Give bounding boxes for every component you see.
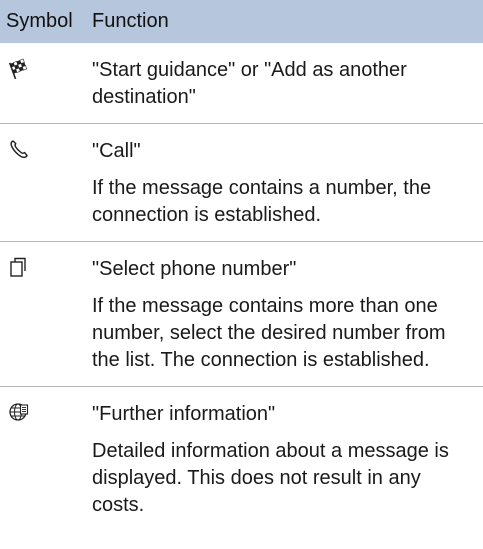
function-description: Detailed information about a message is … — [92, 440, 449, 516]
symbol-function-table: Symbol Function "Start guidance" or "Add… — [0, 0, 483, 531]
globe-info-icon — [9, 403, 29, 421]
function-title: "Call" — [92, 140, 141, 162]
function-description: If the message contains a number, the co… — [92, 177, 432, 226]
flag-icon — [8, 58, 28, 79]
phone-icon — [10, 140, 28, 159]
table-row: "Start guidance" or "Add as another dest… — [0, 43, 483, 124]
function-title: "Start guidance" or "Add as another dest… — [92, 59, 407, 108]
function-cell: "Select phone number" If the message con… — [92, 256, 483, 374]
function-title: "Select phone number" — [92, 258, 297, 280]
table-row: "Select phone number" If the message con… — [0, 242, 483, 387]
table-header: Symbol Function — [0, 0, 483, 43]
symbol-cell — [0, 57, 92, 111]
function-cell: "Call" If the message contains a number,… — [92, 138, 483, 229]
symbol-cell — [0, 138, 92, 229]
header-function: Function — [92, 10, 169, 32]
function-description: If the message contains more than one nu… — [92, 295, 446, 371]
symbol-cell — [0, 401, 92, 519]
table-row: "Call" If the message contains a number,… — [0, 124, 483, 242]
table-row: "Further information" Detailed informati… — [0, 387, 483, 531]
header-symbol: Symbol — [6, 10, 73, 32]
function-cell: "Start guidance" or "Add as another dest… — [92, 57, 483, 111]
function-cell: "Further information" Detailed informati… — [92, 401, 483, 519]
phone-number-icon — [10, 257, 26, 277]
function-title: "Further information" — [92, 403, 276, 425]
symbol-cell — [0, 256, 92, 374]
